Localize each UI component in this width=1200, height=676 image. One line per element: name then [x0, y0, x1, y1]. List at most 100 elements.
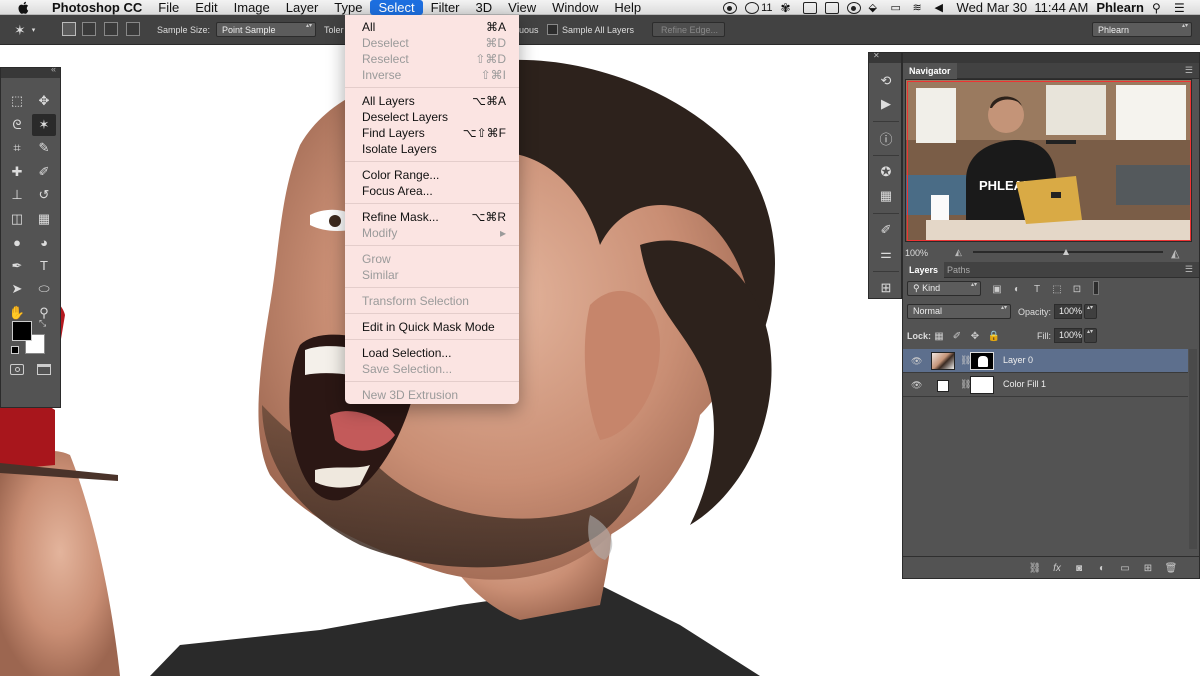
- navigator-panel-menu-icon[interactable]: ☰: [1185, 65, 1193, 76]
- menu-view[interactable]: View: [500, 0, 544, 15]
- default-colors-icon[interactable]: [11, 346, 19, 354]
- tools-panel-header[interactable]: [1, 64, 60, 78]
- tab-paths[interactable]: Paths: [941, 262, 976, 278]
- visibility-eye-icon[interactable]: 👁: [911, 380, 922, 391]
- brush-presets-panel-icon[interactable]: ✐: [876, 221, 896, 239]
- layer-row-color-fill-1[interactable]: 👁 ⛓ Color Fill 1: [903, 373, 1188, 397]
- dock-header[interactable]: [869, 51, 901, 63]
- zoom-out-icon[interactable]: ◭: [955, 247, 962, 258]
- visibility-eye-icon[interactable]: 👁: [911, 356, 922, 367]
- lock-transparent-pixels-icon[interactable]: ▦: [933, 330, 945, 342]
- menu-item-color-range[interactable]: Color Range...: [345, 167, 519, 183]
- clone-stamp-tool-icon[interactable]: ⊥: [5, 184, 29, 206]
- color-panel-icon[interactable]: ✪: [876, 163, 896, 181]
- menu-app-name[interactable]: Photoshop CC: [44, 0, 150, 15]
- panel-header[interactable]: [903, 53, 1199, 63]
- blend-mode-select[interactable]: Normal: [907, 304, 1011, 319]
- layer-name[interactable]: Color Fill 1: [1003, 379, 1046, 389]
- menu-item-all[interactable]: All ⌘A: [345, 19, 519, 35]
- new-group-icon[interactable]: ▭: [1119, 562, 1131, 574]
- apple-icon[interactable]: [16, 0, 32, 15]
- brush-tool-icon[interactable]: ✐: [32, 161, 56, 183]
- menu-image[interactable]: Image: [226, 0, 278, 15]
- filter-toggle-switch[interactable]: [1093, 281, 1099, 295]
- layer-style-fx-icon[interactable]: fx: [1051, 562, 1063, 574]
- filter-pixel-icon[interactable]: ▣: [991, 283, 1003, 295]
- layer-row-layer-0[interactable]: 👁 ⛓ Layer 0: [903, 349, 1188, 373]
- foreground-color-swatch[interactable]: [12, 321, 32, 341]
- menu-3d[interactable]: 3D: [468, 0, 501, 15]
- grid-app-icon[interactable]: [802, 1, 817, 14]
- menu-help[interactable]: Help: [606, 0, 649, 15]
- airplay-icon[interactable]: ▭: [891, 2, 905, 14]
- history-panel-icon[interactable]: ⟲: [876, 72, 896, 90]
- eraser-tool-icon[interactable]: ◫: [5, 208, 29, 230]
- volume-icon[interactable]: ◀: [935, 2, 949, 14]
- layer-0-thumbnail[interactable]: [931, 352, 955, 370]
- quick-mask-icon[interactable]: [10, 364, 24, 375]
- menu-item-edit-in-quick-mask-mode[interactable]: Edit in Quick Mask Mode: [345, 319, 519, 335]
- dodge-tool-icon[interactable]: ◕: [32, 231, 56, 253]
- menu-item-refine-mask[interactable]: Refine Mask... ⌥⌘R: [345, 209, 519, 225]
- pen-tool-icon[interactable]: ✒: [5, 255, 29, 277]
- navigator-preview[interactable]: PHLEARN: [905, 79, 1192, 242]
- sample-size-select[interactable]: Point Sample: [216, 22, 316, 37]
- ellipse-tool-icon[interactable]: ⬭: [32, 278, 56, 300]
- navigator-view-box[interactable]: [907, 81, 1191, 241]
- menu-item-focus-area[interactable]: Focus Area...: [345, 183, 519, 199]
- layers-panel-menu-icon[interactable]: ☰: [1185, 264, 1193, 275]
- magic-wand-tool-icon[interactable]: ✶: [32, 113, 56, 136]
- menu-select[interactable]: Select: [370, 0, 423, 15]
- type-tool-icon[interactable]: T: [32, 255, 56, 277]
- eyedropper-tool-icon[interactable]: ✎: [32, 137, 56, 159]
- gradient-tool-icon[interactable]: ▦: [32, 208, 56, 230]
- layer-name[interactable]: Layer 0: [1003, 355, 1033, 365]
- lock-all-icon[interactable]: 🔒: [988, 330, 1000, 342]
- pinwheel-icon[interactable]: ✾: [781, 2, 795, 14]
- marquee-tool-icon[interactable]: ⬚: [5, 90, 29, 112]
- menu-layer[interactable]: Layer: [278, 0, 327, 15]
- menu-filter[interactable]: Filter: [423, 0, 468, 15]
- menu-type[interactable]: Type: [326, 0, 370, 15]
- blur-tool-icon[interactable]: ●: [5, 231, 29, 253]
- link-layers-icon[interactable]: ⛓: [1029, 562, 1042, 574]
- lock-position-icon[interactable]: ✥: [969, 330, 981, 342]
- swap-colors-icon[interactable]: ⤡: [39, 318, 46, 329]
- layer-0-mask-thumbnail[interactable]: [970, 352, 994, 370]
- tray-shield-icon[interactable]: [723, 1, 738, 14]
- menu-item-isolate-layers[interactable]: Isolate Layers: [345, 141, 519, 157]
- creative-cloud-icon[interactable]: [745, 1, 760, 14]
- swatches-panel-icon[interactable]: ▦: [876, 187, 896, 205]
- zoom-in-icon[interactable]: ◭: [1171, 247, 1179, 260]
- new-layer-icon[interactable]: ⊞: [1142, 562, 1154, 574]
- lasso-tool-icon[interactable]: ᘓ: [5, 114, 29, 136]
- layers-scrollbar[interactable]: [1189, 349, 1197, 549]
- filter-type-icon[interactable]: T: [1031, 283, 1043, 295]
- screen-mode-icon[interactable]: [37, 364, 51, 375]
- menu-item-load-selection[interactable]: Load Selection...: [345, 345, 519, 361]
- new-selection-button[interactable]: [62, 22, 76, 36]
- new-adjustment-layer-icon[interactable]: ◐: [1096, 562, 1108, 574]
- history-brush-tool-icon[interactable]: ↺: [32, 184, 56, 206]
- tab-navigator[interactable]: Navigator: [903, 63, 957, 79]
- menu-window[interactable]: Window: [544, 0, 606, 15]
- info-panel-icon[interactable]: ⓘ: [876, 129, 896, 147]
- path-selection-tool-icon[interactable]: ➤: [5, 278, 29, 300]
- menu-item-deselect-layers[interactable]: Deselect Layers: [345, 109, 519, 125]
- intersect-selection-button[interactable]: [126, 22, 140, 36]
- refine-edge-button[interactable]: Refine Edge...: [652, 22, 725, 37]
- add-mask-icon[interactable]: ◙: [1073, 562, 1085, 574]
- filter-adjustment-icon[interactable]: ◐: [1011, 283, 1023, 295]
- subtract-from-selection-button[interactable]: [104, 22, 118, 36]
- dropbox-icon[interactable]: ⬙: [869, 2, 883, 14]
- spotlight-search-icon[interactable]: ⚲: [1152, 2, 1166, 14]
- menu-item-find-layers[interactable]: Find Layers ⌥⇧⌘F: [345, 125, 519, 141]
- actions-panel-icon[interactable]: ▶: [876, 95, 896, 113]
- properties-panel-icon[interactable]: ⊞: [876, 279, 896, 297]
- fill-input[interactable]: 100%: [1054, 328, 1082, 343]
- layer-filter-select[interactable]: ⚲ Kind: [907, 281, 981, 296]
- lock-image-pixels-icon[interactable]: ✐: [951, 330, 963, 342]
- add-to-selection-button[interactable]: [82, 22, 96, 36]
- tab-layers[interactable]: Layers: [903, 262, 945, 278]
- fill-dropdown[interactable]: [1084, 328, 1097, 343]
